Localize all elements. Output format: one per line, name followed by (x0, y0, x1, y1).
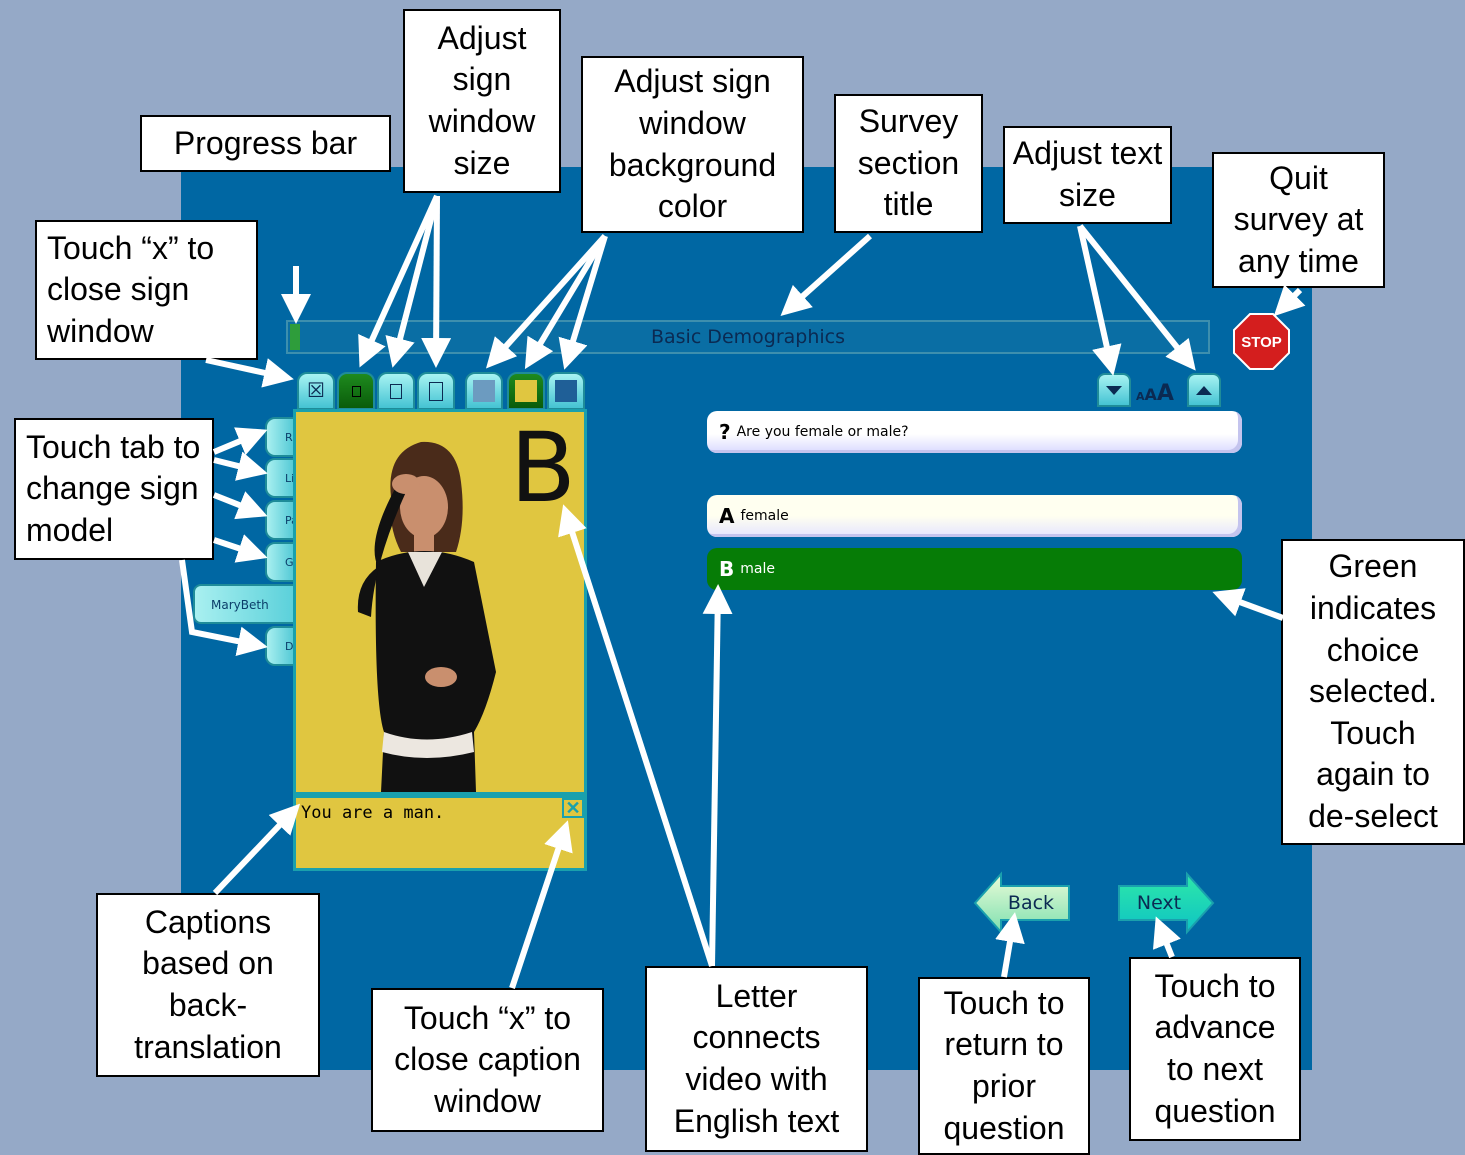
small-window-icon (351, 385, 361, 397)
increase-text-size-button[interactable] (1187, 373, 1221, 407)
callout-green: Green indicates choice selected. Touch a… (1281, 539, 1465, 845)
stop-label: STOP (1241, 334, 1282, 351)
color-swatch-yellow (515, 380, 537, 402)
triangle-up-icon (1196, 385, 1212, 395)
choice-letter: B (719, 557, 735, 581)
stop-button[interactable]: STOP (1233, 313, 1290, 370)
bg-color-grey-blue-button[interactable] (465, 372, 503, 410)
callout-captions: Captions based on back-translation (96, 893, 320, 1077)
decrease-text-size-button[interactable] (1097, 373, 1131, 407)
medium-window-icon (390, 383, 402, 399)
close-icon: ✕ (565, 798, 581, 818)
bg-color-dark-blue-button[interactable] (547, 372, 585, 410)
choice-text: female (740, 508, 789, 524)
close-icon: ☒ (307, 380, 325, 402)
callout-letter: Letter connects video with English text (645, 966, 868, 1152)
sign-window-size-medium-button[interactable] (377, 372, 415, 410)
question-box: ? Are you female or male? (707, 411, 1242, 453)
question-text: Are you female or male? (736, 424, 909, 440)
callout-adjust-bg: Adjust sign window background color (581, 56, 804, 233)
text-size-indicator: AAA (1136, 381, 1174, 406)
callout-adjust-size: Adjust sign window size (403, 9, 561, 193)
callout-back-help: Touch to return to prior question (918, 977, 1090, 1155)
video-choice-letter: B (510, 412, 576, 524)
section-title: Basic Demographics (650, 326, 846, 348)
sign-window-size-small-button[interactable] (337, 372, 375, 410)
callout-next-help: Touch to advance to next question (1129, 957, 1301, 1141)
callout-close-caption: Touch “x” to close caption window (371, 988, 604, 1132)
sign-window-size-large-button[interactable] (417, 372, 455, 410)
color-swatch-dark-blue (555, 380, 577, 402)
next-label: Next (1137, 892, 1181, 914)
close-caption-button[interactable]: ✕ (562, 798, 584, 818)
callout-quit: Quit survey at any time (1212, 152, 1385, 288)
sign-model-tab-marybeth[interactable]: MaryBeth (193, 584, 297, 624)
caption-text: You are a man. (301, 803, 445, 823)
choice-text: male (740, 561, 775, 577)
next-button[interactable]: Next (1115, 870, 1215, 936)
back-label: Back (1008, 892, 1054, 914)
choice-letter: A (719, 504, 735, 528)
text-size-mid-a: A (1144, 385, 1157, 404)
callout-change-model: Touch tab to change sign model (14, 418, 214, 560)
choice-b[interactable]: B male (707, 548, 1242, 590)
close-sign-window-button[interactable]: ☒ (297, 372, 335, 410)
text-size-small-a: A (1136, 390, 1145, 403)
callout-section-title: Survey section title (834, 94, 983, 233)
callout-progress-bar: Progress bar (140, 115, 391, 172)
question-marker: ? (719, 420, 731, 444)
callout-adjust-text: Adjust text size (1003, 126, 1172, 224)
callout-close-sign: Touch “x” to close sign window (35, 220, 258, 360)
large-window-icon (429, 381, 443, 401)
triangle-down-icon (1106, 385, 1122, 395)
text-size-large-a: A (1156, 381, 1174, 406)
bg-color-yellow-button[interactable] (507, 372, 545, 410)
choice-a[interactable]: A female (707, 495, 1242, 537)
color-swatch-grey-blue (473, 380, 495, 402)
back-button[interactable]: Back (973, 870, 1073, 936)
